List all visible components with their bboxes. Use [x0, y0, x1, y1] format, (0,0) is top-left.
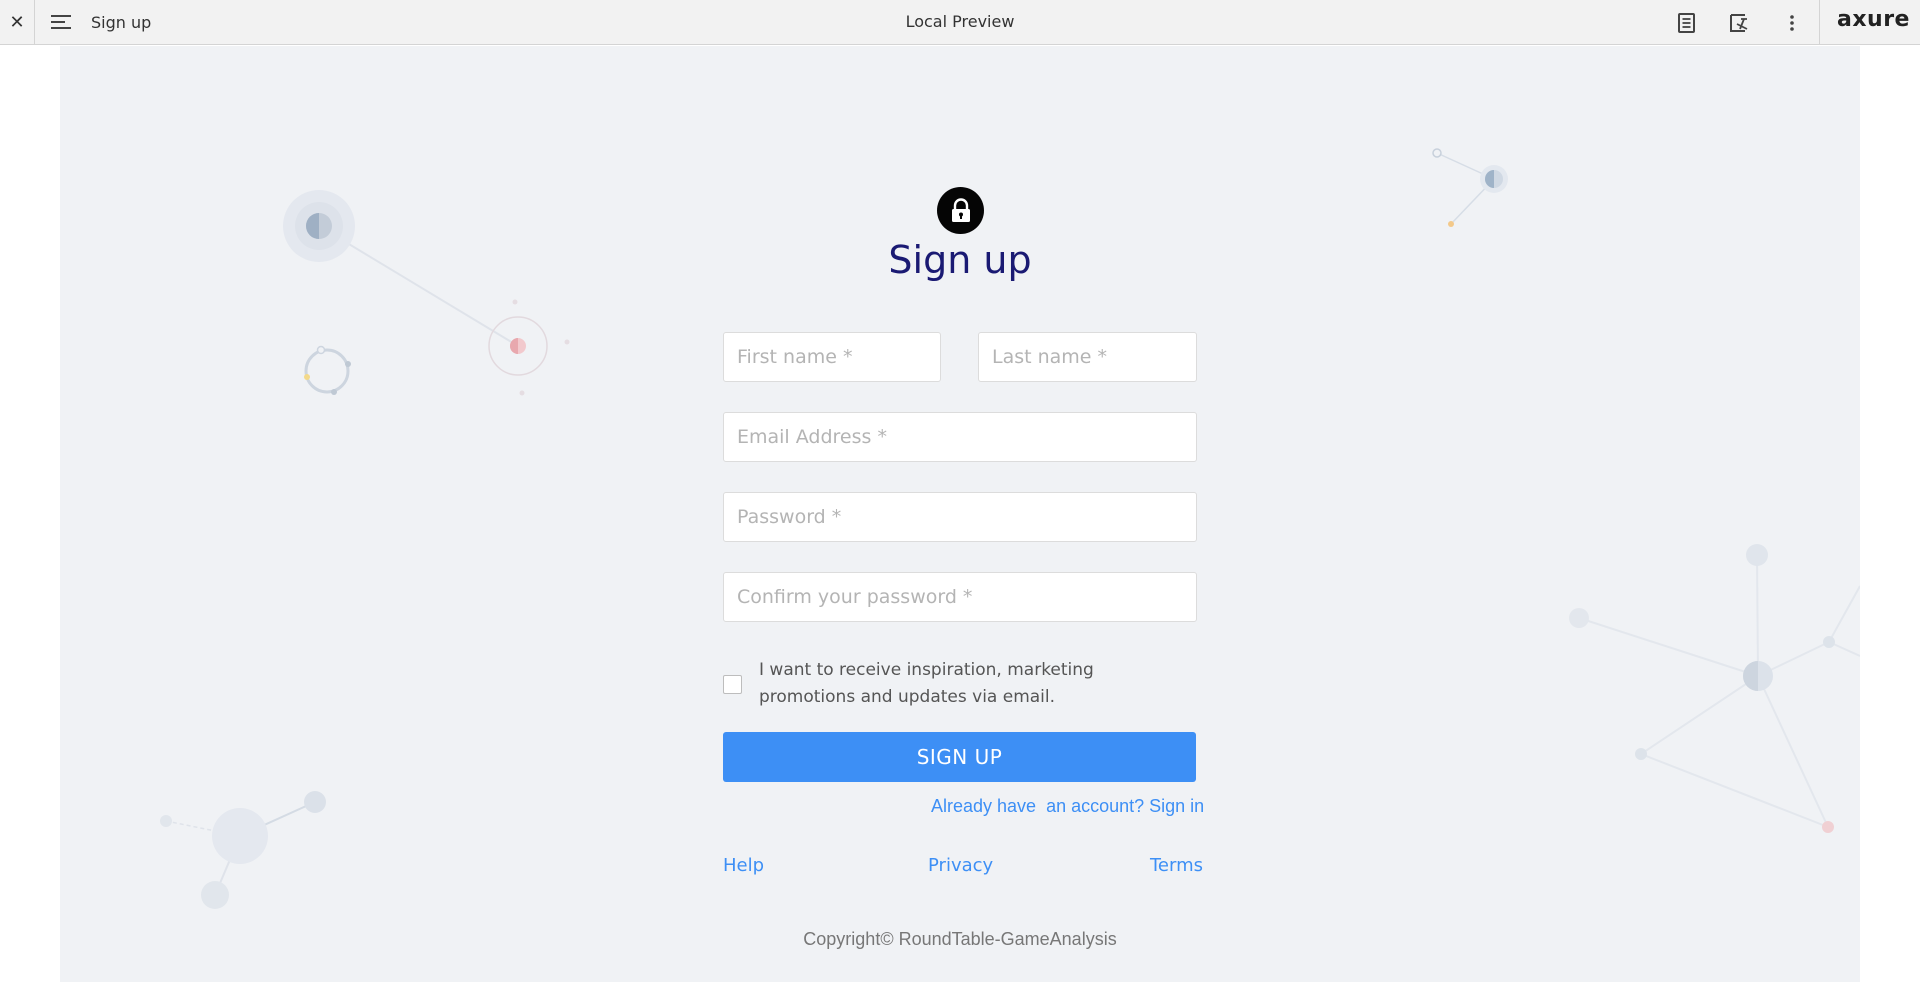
- close-icon: ✕: [9, 12, 25, 33]
- preview-toolbar: ✕ Sign up Local Preview axure: [0, 0, 1920, 45]
- page-name: Sign up: [91, 13, 152, 32]
- preview-title: Local Preview: [905, 12, 1015, 31]
- sign-up-button[interactable]: SIGN UP: [723, 732, 1196, 782]
- close-button[interactable]: ✕: [0, 0, 35, 45]
- copyright-text: Copyright© RoundTable-GameAnalysis: [803, 929, 1117, 949]
- inspect-icon[interactable]: [1727, 11, 1751, 35]
- page-canvas: Sign up I want to receive inspiration, m…: [60, 46, 1860, 982]
- marketing-opt-in-checkbox[interactable]: [723, 675, 742, 694]
- terms-link[interactable]: Terms: [1150, 855, 1203, 876]
- toolbar-divider: [1819, 0, 1820, 45]
- password-input[interactable]: [723, 492, 1197, 542]
- first-name-input[interactable]: [723, 332, 941, 382]
- help-link[interactable]: Help: [723, 855, 764, 876]
- lock-icon: [937, 187, 984, 234]
- email-input[interactable]: [723, 412, 1197, 462]
- more-vertical-icon[interactable]: [1780, 11, 1804, 35]
- privacy-link[interactable]: Privacy: [928, 855, 993, 876]
- confirm-password-input[interactable]: [723, 572, 1197, 622]
- axure-logo: axure: [1837, 7, 1910, 32]
- page-title: Sign up: [888, 238, 1032, 282]
- sign-in-link[interactable]: Already have an account? Sign in: [931, 796, 1204, 817]
- last-name-input[interactable]: [978, 332, 1197, 382]
- notes-icon[interactable]: [1675, 11, 1699, 35]
- marketing-opt-in-label: I want to receive inspiration, marketing…: [759, 660, 1094, 707]
- hamburger-menu-icon[interactable]: [51, 13, 73, 31]
